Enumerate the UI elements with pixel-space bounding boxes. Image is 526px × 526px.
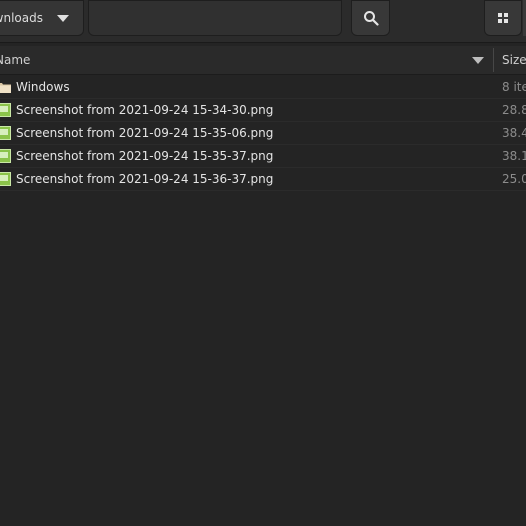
file-size: 38.1 kB	[502, 149, 526, 163]
chevron-down-icon[interactable]	[57, 15, 69, 22]
image-file-icon	[0, 149, 11, 163]
image-file-icon	[0, 126, 11, 140]
file-row[interactable]: Screenshot from 2021-09-24 15-35-06.png …	[0, 122, 526, 145]
sort-descending-icon[interactable]	[472, 57, 484, 64]
file-name: Screenshot from 2021-09-24 15-35-06.png	[16, 126, 274, 140]
file-size: 25.0 kB	[502, 172, 526, 186]
file-row[interactable]: Windows 8 items	[0, 76, 526, 99]
file-list: Windows 8 items Screenshot from 2021-09-…	[0, 76, 526, 191]
file-row[interactable]: Screenshot from 2021-09-24 15-34-30.png …	[0, 99, 526, 122]
grid-view-icon	[498, 13, 508, 23]
path-bar-button[interactable]: Downloads	[0, 0, 84, 36]
folder-icon	[0, 83, 11, 93]
file-name: Screenshot from 2021-09-24 15-34-30.png	[16, 103, 274, 117]
location-bar[interactable]	[88, 0, 342, 36]
file-row[interactable]: Screenshot from 2021-09-24 15-35-37.png …	[0, 145, 526, 168]
search-button[interactable]	[351, 0, 390, 36]
file-row[interactable]: Screenshot from 2021-09-24 15-36-37.png …	[0, 168, 526, 191]
column-header: Name Size	[0, 46, 526, 75]
search-icon	[363, 11, 379, 26]
file-name: Screenshot from 2021-09-24 15-35-37.png	[16, 149, 274, 163]
path-label: Downloads	[0, 11, 43, 25]
file-name: Screenshot from 2021-09-24 15-36-37.png	[16, 172, 274, 186]
file-size: 28.8 kB	[502, 103, 526, 117]
image-file-icon	[0, 103, 11, 117]
name-column-header[interactable]: Name	[0, 46, 493, 74]
file-size: 38.4 kB	[502, 126, 526, 140]
size-column-header[interactable]: Size	[494, 46, 526, 74]
toolbar: Downloads	[0, 0, 526, 43]
name-column-label: Name	[0, 53, 31, 67]
size-column-label: Size	[502, 53, 526, 67]
file-name: Windows	[16, 80, 70, 94]
file-size: 8 items	[502, 80, 526, 94]
image-file-icon	[0, 172, 11, 186]
view-toggle-button[interactable]	[484, 0, 522, 36]
